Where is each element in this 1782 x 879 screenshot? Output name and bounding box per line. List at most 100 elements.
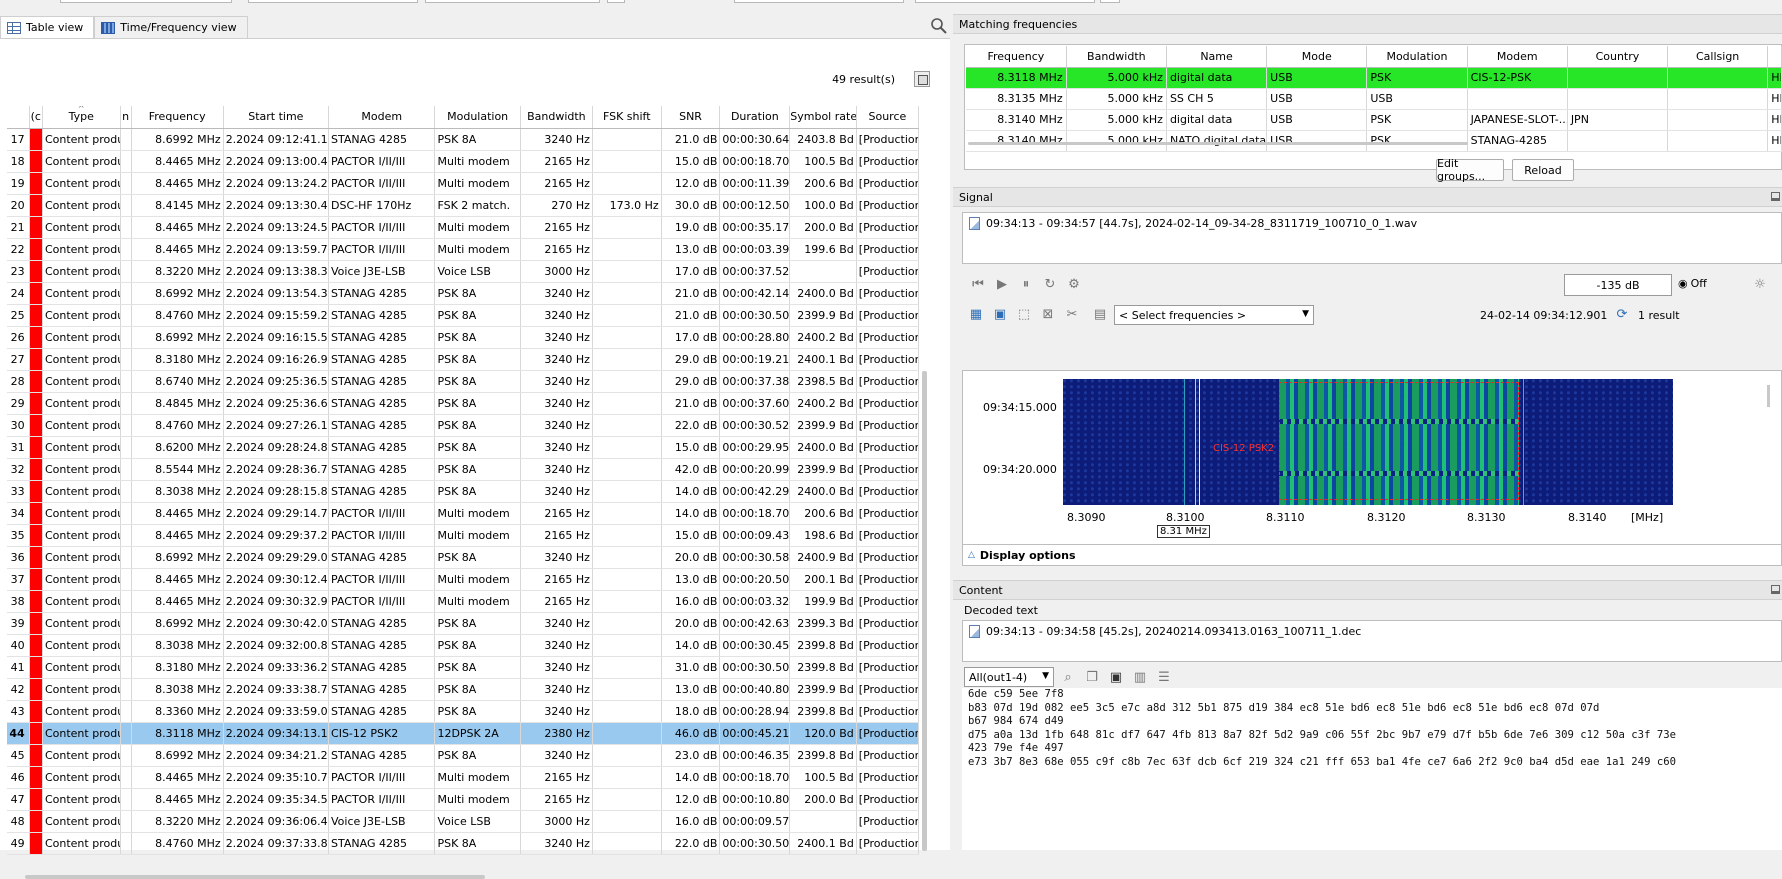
cell-bandwidth[interactable]: 3240 Hz (520, 656, 593, 679)
table-row[interactable]: 42 Content product 8.3038 MHz2.2024 09:33:… (7, 678, 920, 701)
cell-source[interactable]: [Production (856, 282, 920, 305)
cell-n[interactable] (120, 810, 132, 833)
cell-bandwidth[interactable]: 3240 Hz (520, 700, 593, 723)
cell-snr[interactable]: 16.0 dB (661, 590, 721, 613)
cell-modulation[interactable]: PSK 8A (434, 656, 521, 679)
cell-frequency[interactable]: 8.4465 MHz (131, 502, 224, 525)
cell-duration[interactable]: 00:00:03.324 (719, 590, 791, 613)
cell-fsk-shift[interactable] (592, 524, 662, 547)
cell-n[interactable] (120, 370, 132, 393)
cell-type[interactable]: Content product (42, 304, 121, 327)
cell-start-time[interactable]: 2.2024 09:30:12.424 (223, 568, 330, 591)
matching-cell[interactable]: digital data (1166, 109, 1268, 131)
cell-fsk-shift[interactable] (592, 590, 662, 613)
row-number[interactable]: 35 (7, 524, 30, 547)
cell-source[interactable]: [Production (856, 810, 920, 833)
horizontal-scrollbar[interactable] (968, 142, 1468, 145)
cell-symbol-rate[interactable]: 2399.9 Bd (789, 304, 857, 327)
cell-symbol-rate[interactable]: 2400.0 Bd (789, 480, 857, 503)
cell-modem[interactable]: PACTOR I/II/III (328, 568, 436, 591)
column-header[interactable]: Callsign (1667, 46, 1769, 68)
cell-modem[interactable]: PACTOR I/II/III (328, 150, 436, 173)
cell-duration[interactable]: 00:00:09.578 (719, 810, 791, 833)
cell-symbol-rate[interactable]: 200.6 Bd (789, 172, 857, 195)
cell-duration[interactable]: 00:00:30.586 (719, 546, 791, 569)
cell-snr[interactable]: 15.0 dB (661, 150, 721, 173)
table-row[interactable]: 20 Content product 8.4145 MHz2.2024 09:13:… (7, 194, 920, 217)
cell-source[interactable]: [Production (856, 392, 920, 415)
type-color-marker[interactable] (29, 612, 43, 635)
matching-cell[interactable]: PSK (1366, 67, 1468, 89)
cell-duration[interactable]: 00:00:12.508 (719, 194, 791, 217)
cell-symbol-rate[interactable]: 100.5 Bd (789, 766, 857, 789)
cell-source[interactable]: [Production (856, 722, 920, 745)
cell-bandwidth[interactable]: 3240 Hz (520, 832, 593, 855)
reload-button[interactable]: Reload (1512, 159, 1574, 181)
cell-fsk-shift[interactable] (592, 150, 662, 173)
cell-duration[interactable]: 00:00:46.350 (719, 744, 791, 767)
cell-frequency[interactable]: 8.3038 MHz (131, 480, 224, 503)
cell-frequency[interactable]: 8.3038 MHz (131, 678, 224, 701)
cell-modulation[interactable]: PSK 8A (434, 304, 521, 327)
cell-bandwidth[interactable]: 3240 Hz (520, 458, 593, 481)
cell-duration[interactable]: 00:00:35.176 (719, 216, 791, 239)
cell-snr[interactable]: 21.0 dB (661, 282, 721, 305)
cell-duration[interactable]: 00:00:03.399 (719, 238, 791, 261)
type-color-marker[interactable] (29, 590, 43, 613)
column-header[interactable]: (c (29, 106, 43, 129)
matching-row[interactable]: 8.3135 MHz5.000 kHzSS CH 5USBUSBHF (966, 88, 1782, 110)
cell-fsk-shift[interactable] (592, 370, 662, 393)
cell-symbol-rate[interactable]: 2403.8 Bd (789, 128, 857, 151)
cell-modulation[interactable]: PSK 8A (434, 326, 521, 349)
cell-type[interactable]: Content product (42, 172, 121, 195)
cell-source[interactable]: [Production (856, 612, 920, 635)
cell-snr[interactable]: 18.0 dB (661, 700, 721, 723)
matching-cell[interactable]: 8.3118 MHz (966, 67, 1067, 89)
matching-row[interactable]: 8.3118 MHz 5.000 kHz digital data USB PSK CIS… (966, 67, 1782, 89)
cell-modem[interactable]: STANAG 4285 (328, 348, 436, 371)
table-row[interactable]: 38 Content product 8.4465 MHz2.2024 09:30:… (7, 590, 920, 613)
cell-duration[interactable]: 00:00:20.503 (719, 568, 791, 591)
table-row[interactable]: 44 Content product 8.3118 MHz2.2024 09:34:… (7, 722, 920, 745)
cell-symbol-rate[interactable]: 2399.3 Bd (789, 612, 857, 635)
cell-fsk-shift[interactable] (592, 436, 662, 459)
format-icon[interactable]: ☰ (1154, 667, 1174, 687)
cell-start-time[interactable]: 2.2024 09:33:36.242 (223, 656, 330, 679)
type-color-marker[interactable] (29, 744, 43, 767)
cell-modem[interactable]: PACTOR I/II/III (328, 788, 436, 811)
cell-modulation[interactable]: PSK 8A (434, 458, 521, 481)
cell-source[interactable]: [Production (856, 370, 920, 393)
cell-frequency[interactable]: 8.4760 MHz (131, 832, 224, 855)
toolbar-button[interactable] (1100, 0, 1120, 3)
cell-type[interactable]: Content product (42, 722, 121, 745)
cell-frequency[interactable]: 8.4145 MHz (131, 194, 224, 217)
cell-start-time[interactable]: 2.2024 09:15:59.275 (223, 304, 330, 327)
cell-start-time[interactable]: 2.2024 09:25:36.519 (223, 370, 330, 393)
table-row[interactable]: 46 Content product 8.4465 MHz2.2024 09:35:… (7, 766, 920, 789)
display-options-toggle[interactable]: △ Display options (962, 544, 1782, 566)
cell-type[interactable]: Content product (42, 370, 121, 393)
column-header[interactable]: Type ^ (42, 106, 121, 129)
column-settings-button[interactable] (914, 71, 930, 87)
type-color-marker[interactable] (29, 678, 43, 701)
cell-modulation[interactable]: Multi modem (434, 238, 521, 261)
cell-source[interactable]: [Production (856, 480, 920, 503)
cell-type[interactable]: Content product (42, 634, 121, 657)
vertical-scrollbar[interactable] (922, 371, 927, 851)
cell-duration[interactable]: 00:00:19.213 (719, 348, 791, 371)
cell-snr[interactable]: 15.0 dB (661, 524, 721, 547)
matching-row[interactable]: 8.3140 MHz 5.000 kHz digital data USB PSK JAP… (966, 109, 1782, 131)
cell-n[interactable] (120, 744, 132, 767)
cell-n[interactable] (120, 766, 132, 789)
cell-frequency[interactable]: 8.4760 MHz (131, 414, 224, 437)
cell-bandwidth[interactable]: 2165 Hz (520, 524, 593, 547)
cell-bandwidth[interactable]: 2165 Hz (520, 502, 593, 525)
cell-duration[interactable]: 00:00:42.636 (719, 612, 791, 635)
cell-n[interactable] (120, 832, 132, 855)
edit-groups-button[interactable]: Edit groups... (1436, 157, 1504, 183)
cell-snr[interactable]: 15.0 dB (661, 436, 721, 459)
cell-bandwidth[interactable]: 3240 Hz (520, 480, 593, 503)
cell-source[interactable]: [Production (856, 832, 920, 855)
cell-bandwidth[interactable]: 2165 Hz (520, 568, 593, 591)
cell-type[interactable]: Content product (42, 568, 121, 591)
